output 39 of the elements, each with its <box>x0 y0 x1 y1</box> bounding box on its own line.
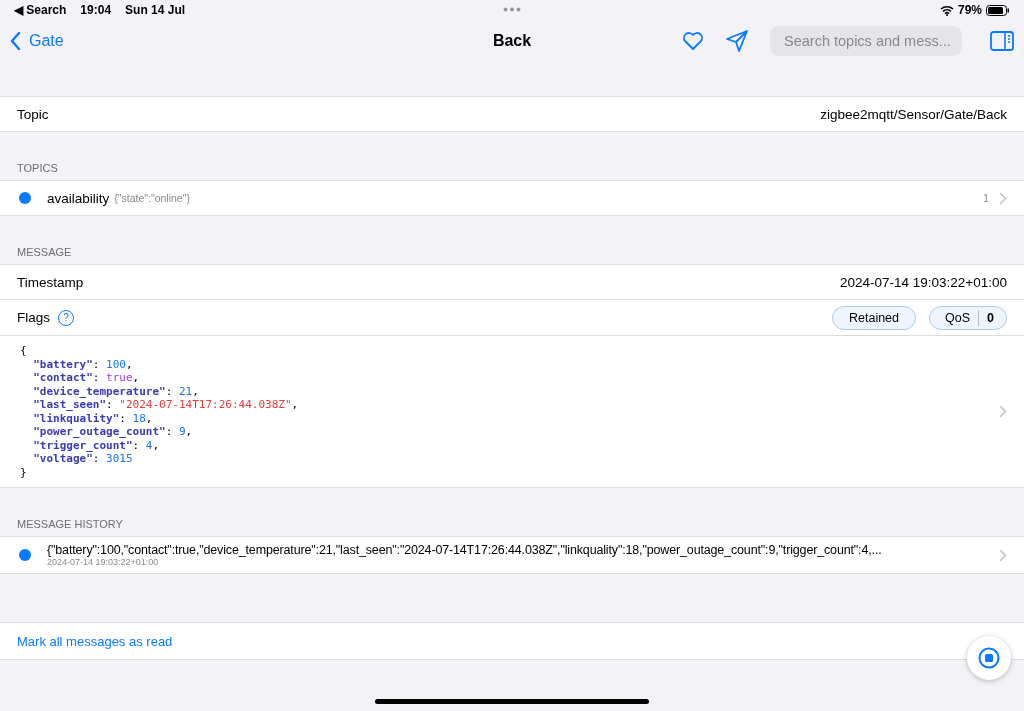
search-field[interactable]: Search topics and mess... <box>770 26 962 56</box>
message-count: 1 <box>982 192 989 204</box>
send-icon[interactable] <box>726 30 748 52</box>
flags-label: Flags <box>17 310 50 325</box>
stop-icon <box>978 647 1000 669</box>
chevron-right-icon <box>999 548 1007 562</box>
section-header: MESSAGE <box>16 245 73 260</box>
json-payload-row[interactable]: { "battery": 100, "contact": true, "device_temperature": 21, "last_seen": "2024-07-14T17:26:44.038Z", "linkquality": 18, "power_outage_count": 9, "trigger_count": 4, "voltage": 3015 } <box>0 336 1024 488</box>
history-payload: {"battery":100,"contact":true,"device_temperature":21,"last_seen":"2024-07-14T17:26:44.038Z","linkquality":18,"power_outage_count":9,"trigger_count":4,... <box>47 543 882 557</box>
status-time: 19:04 <box>80 3 112 17</box>
history-time: 2024-07-14 19:03:22+01:00 <box>47 557 160 567</box>
wifi-icon <box>939 4 954 16</box>
qos-badge: QoS 0 <box>929 305 1007 330</box>
mark-all-read-link[interactable]: Mark all messages as read <box>17 633 173 649</box>
heart-icon[interactable] <box>682 31 704 51</box>
topic-value: zigbee2mqtt/Sensor/Gate/Back <box>820 106 1007 122</box>
topic-name: availability <box>47 190 110 206</box>
sidebar-icon[interactable] <box>990 31 1014 51</box>
nav-title: Back <box>491 32 533 50</box>
history-row[interactable]: {"battery":100,"contact":true,"device_temperature":21,"last_seen":"2024-07-14T17:26:44.038Z","linkquality":18,"power_outage_count":9,"trigger_count":4,... 2024-07-14 19:03:22+01:00 <box>0 536 1024 574</box>
battery-percent: 79% <box>957 3 982 17</box>
json-code: { "battery": 100, "contact": true, "device_temperature": 21, "last_seen": "2024-07-14T17:26:44.038Z", "linkquality": 18, "power_outage_count": 9, "trigger_count": 4, "voltage": 3015 } <box>20 344 299 479</box>
chevron-right-icon <box>999 405 1007 418</box>
section-header: MESSAGE HISTORY <box>16 517 124 532</box>
topic-payload: {"state":"online"} <box>114 192 190 204</box>
timestamp-label: Timestamp <box>17 274 84 290</box>
chevron-right-icon <box>999 191 1007 205</box>
retained-badge: Retained <box>832 305 917 330</box>
section-header: TOPICS <box>16 161 59 176</box>
status-date: Sun 14 Jul <box>125 3 186 17</box>
topic-label: Topic <box>17 106 49 122</box>
multitask-dots-icon[interactable] <box>503 7 521 12</box>
battery-icon <box>986 4 1010 16</box>
back-to-app-link[interactable]: ◀ Search <box>14 3 67 17</box>
back-chevron-icon <box>10 32 21 50</box>
stop-button[interactable] <box>967 636 1011 680</box>
topic-row[interactable]: availability {"state":"online"} 1 <box>0 180 1024 216</box>
back-button[interactable]: Gate <box>10 32 64 50</box>
timestamp-value: 2024-07-14 19:03:22+01:00 <box>839 274 1007 290</box>
